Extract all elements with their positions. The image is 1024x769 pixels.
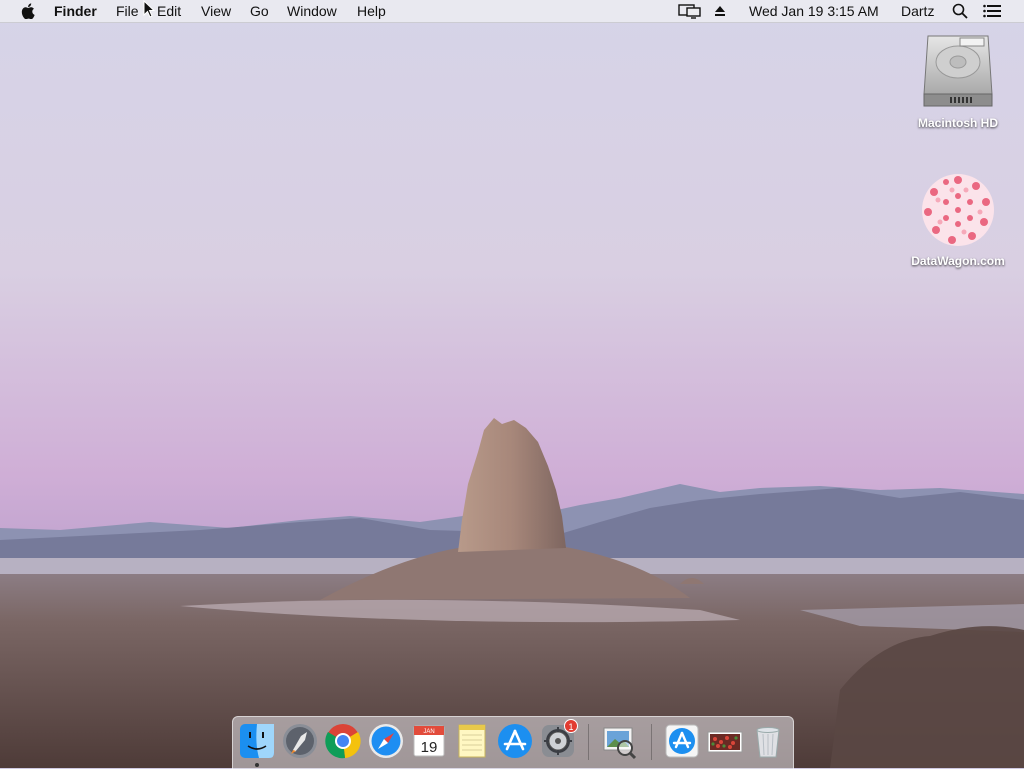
app-store-icon[interactable] (496, 722, 534, 760)
desktop-icon-label: DataWagon.com (911, 254, 1005, 268)
hard-drive-icon (923, 35, 993, 107)
desktop-icon-macintosh-hd[interactable]: Macintosh HD (898, 34, 1018, 130)
menu-edit[interactable]: Edit (157, 0, 181, 22)
spotlight-search-icon[interactable] (950, 0, 970, 22)
dock: JAN 19 1 (232, 716, 794, 769)
app-menu-finder[interactable]: Finder (54, 0, 97, 22)
datawagon-icon (922, 174, 994, 246)
trash-icon[interactable] (749, 722, 787, 760)
calendar-day: 19 (421, 739, 438, 756)
dock-separator (588, 724, 589, 760)
safari-icon[interactable] (367, 722, 405, 760)
notes-icon[interactable] (453, 722, 491, 760)
app-store-downloads-icon[interactable] (663, 722, 701, 760)
desktop-icon-datawagon[interactable]: DataWagon.com (898, 170, 1018, 268)
notification-center-icon[interactable] (982, 0, 1002, 22)
calendar-icon[interactable]: JAN 19 (410, 722, 448, 760)
menu-view[interactable]: View (201, 0, 231, 22)
menu-go[interactable]: Go (250, 0, 269, 22)
mouse-cursor-icon (143, 0, 155, 18)
notification-badge: 1 (564, 719, 578, 733)
system-preferences-icon[interactable]: 1 (539, 719, 578, 760)
launchpad-icon[interactable] (281, 722, 319, 760)
finder-icon[interactable] (238, 722, 276, 760)
chrome-icon[interactable] (324, 722, 362, 760)
finder-running-indicator (255, 763, 259, 767)
apple-logo-icon[interactable] (18, 0, 38, 22)
menu-file[interactable]: File (116, 0, 139, 22)
menu-help[interactable]: Help (357, 0, 386, 22)
preview-icon[interactable] (600, 722, 638, 760)
photo-stack-icon[interactable] (706, 722, 744, 760)
desktop-icon-label: Macintosh HD (917, 116, 998, 130)
eject-icon[interactable] (711, 0, 729, 22)
calendar-month: JAN (423, 729, 434, 735)
menu-window[interactable]: Window (287, 0, 337, 22)
menubar-user[interactable]: Dartz (901, 0, 934, 22)
display-mirroring-icon[interactable] (677, 0, 703, 22)
desktop-wallpaper (0, 0, 1024, 768)
dock-separator (651, 724, 652, 760)
menubar-clock[interactable]: Wed Jan 19 3:15 AM (749, 0, 879, 22)
